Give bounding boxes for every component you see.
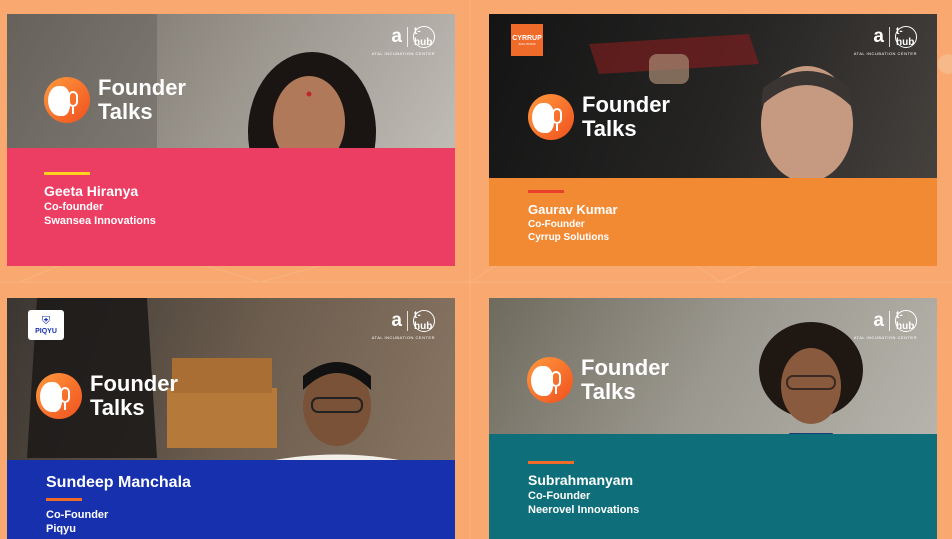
speaker-company: Neerovel Innovations [528,504,640,516]
speaker-info: Geeta Hiranya Co-founder Swansea Innovat… [44,172,156,228]
t-hub-logo: t-hub [895,26,917,48]
speaker-role: Co-founder [44,201,104,213]
incubator-logos: a t-hub ATAL INCUBATION CENTER [854,26,917,56]
speaker-name: Subrahmanyam [528,472,634,488]
accent-line [528,461,574,464]
shield-icon: ⛨ [41,315,51,327]
accent-line [46,498,82,501]
founder-talks-logo: Founder Talks [44,76,186,124]
incubator-logos: a t-hub ATAL INCUBATION CENTER [372,26,435,56]
t-hub-logo: t-hub [413,310,435,332]
partner-logo-text: CYRRUP [512,34,542,42]
speaker-mic-icon [44,77,90,123]
logo-line1: Founder [582,92,670,117]
speaker-role: Co-Founder [528,490,591,502]
speaker-company: Swansea Innovations [44,215,156,227]
founder-talks-logo: Founder Talks [36,372,178,420]
t-hub-logo: t-hub [895,310,917,332]
logo-line1: Founder [581,355,669,380]
speaker-name: Geeta Hiranya [44,183,139,199]
incubator-logos: a t-hub ATAL INCUBATION CENTER [854,310,917,340]
accent-line [528,190,564,193]
video-thumbnail-gaurav-kumar[interactable]: CYRRUP SOLUTIONS Founder Talks a t-hub AT… [489,14,937,266]
logo-line1: Founder [90,371,178,396]
speaker-mic-icon [36,373,82,419]
founder-talks-logo: Founder Talks [527,356,669,404]
logo-line1: Founder [98,75,186,100]
speaker-company: Cyrrup Solutions [528,232,610,243]
accent-line [44,172,90,175]
incubator-name: ATAL INCUBATION CENTER [371,51,435,56]
speaker-info: Sundeep Manchala Co-Founder Piqyu [46,473,191,536]
partner-logo-text: PIQYU [35,328,57,335]
incubator-name: ATAL INCUBATION CENTER [853,335,917,340]
deco-dot [938,54,952,74]
speaker-company: Piqyu [46,523,76,535]
speaker-info: Subrahmanyam Co-Founder Neerovel Innovat… [528,461,639,517]
aic-icon: a [873,310,884,331]
founder-talks-logo: Founder Talks [528,93,670,141]
incubator-name: ATAL INCUBATION CENTER [853,51,917,56]
video-thumbnail-sundeep-manchala[interactable]: ⛨ PIQYU Founder Talks a t-hub ATAL INCUBA… [7,298,455,539]
video-thumbnail-subrahmanyam[interactable]: Founder Talks a t-hub ATAL INCUBATION CEN… [489,298,937,539]
aic-icon: a [873,26,884,47]
speaker-role: Co-Founder [528,219,585,230]
partner-logo-subtext: SOLUTIONS [518,41,536,46]
incubator-logos: a t-hub ATAL INCUBATION CENTER [372,310,435,340]
incubator-name: ATAL INCUBATION CENTER [371,335,435,340]
aic-icon: a [391,26,402,47]
logo-line2: Talks [98,99,153,124]
speaker-name: Gaurav Kumar [528,202,618,217]
speaker-mic-icon [527,357,573,403]
speaker-name: Sundeep Manchala [46,474,191,491]
speaker-mic-icon [528,94,574,140]
logo-line2: Talks [581,379,636,404]
t-hub-logo: t-hub [413,26,435,48]
speaker-info: Gaurav Kumar Co-Founder Cyrrup Solutions [528,190,618,244]
aic-icon: a [391,310,402,331]
logo-line2: Talks [582,116,637,141]
speaker-role: Co-Founder [46,509,109,521]
cyrrup-logo: CYRRUP SOLUTIONS [511,24,543,56]
video-thumbnail-geeta-hiranya[interactable]: Founder Talks a t-hub ATAL INCUBATION CEN… [7,14,455,266]
piqyu-logo: ⛨ PIQYU [28,310,64,340]
logo-line2: Talks [90,395,145,420]
